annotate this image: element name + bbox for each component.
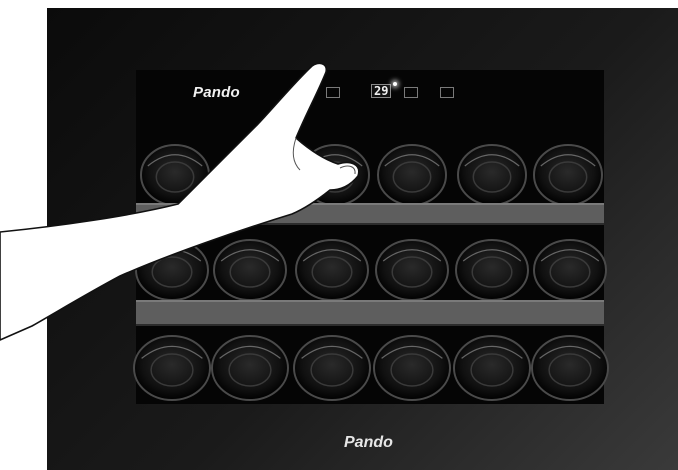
- hand-illustration: [0, 62, 360, 341]
- hand-outline: [0, 62, 360, 341]
